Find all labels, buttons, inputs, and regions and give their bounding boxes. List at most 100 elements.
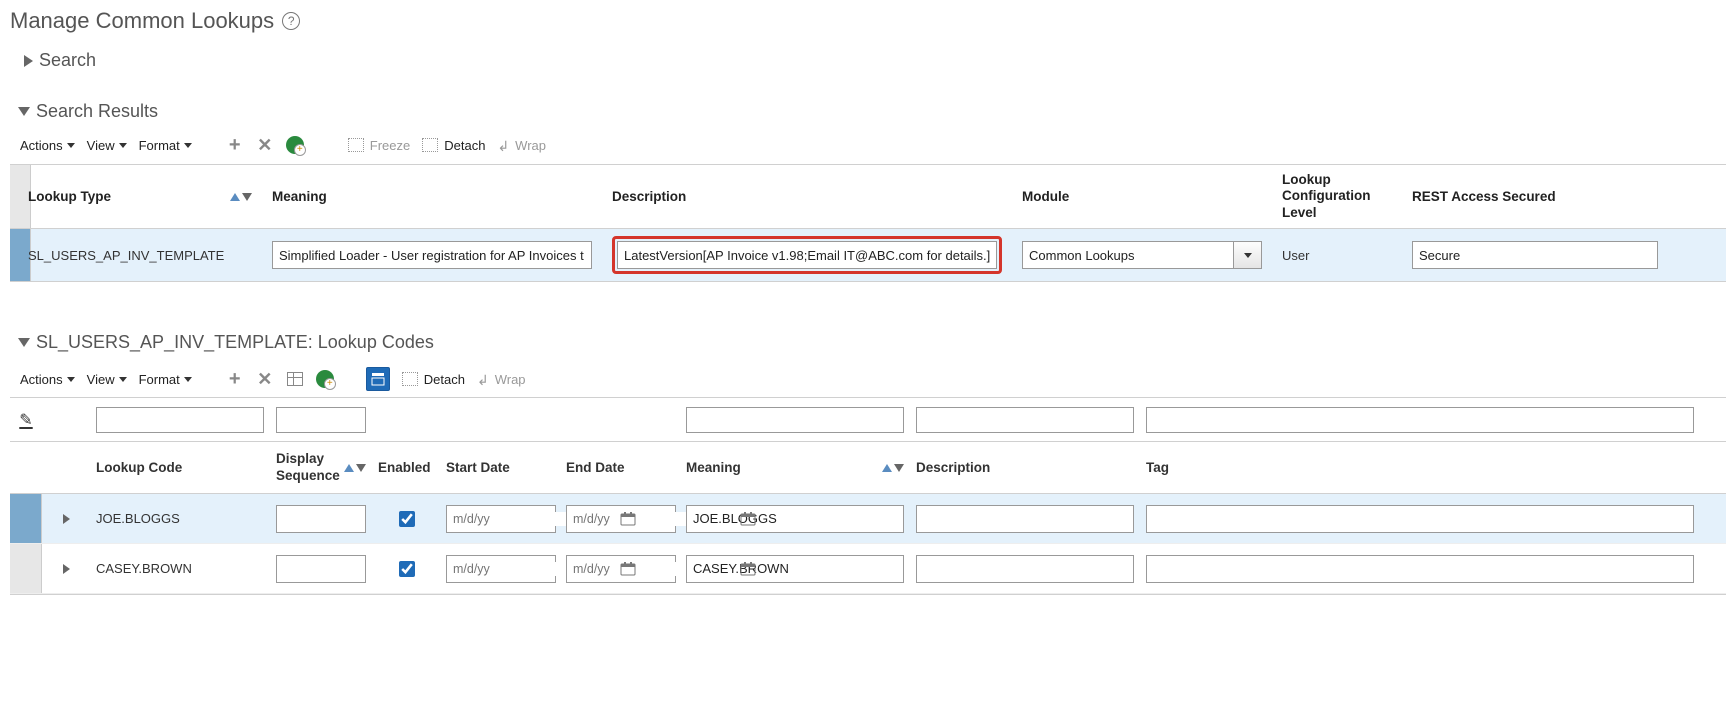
caret-down-icon xyxy=(119,377,127,382)
view-menu[interactable]: View xyxy=(87,138,127,153)
caret-down-icon xyxy=(184,143,192,148)
col-code-description[interactable]: Description xyxy=(916,460,990,475)
filter-lookup-code[interactable] xyxy=(96,407,264,433)
col-meaning[interactable]: Meaning xyxy=(272,189,327,204)
expand-row-icon[interactable] xyxy=(63,564,70,574)
create-lookup-icon[interactable] xyxy=(286,136,304,154)
dropdown-icon[interactable] xyxy=(1234,241,1262,269)
col-config-level[interactable]: Lookup Configuration Level xyxy=(1282,172,1392,221)
section-lookup-codes[interactable]: SL_USERS_AP_INV_TEMPLATE: Lookup Codes xyxy=(18,332,1726,353)
help-icon[interactable]: ? xyxy=(282,12,300,30)
actions-label: Actions xyxy=(20,372,63,387)
col-tag[interactable]: Tag xyxy=(1146,460,1169,475)
x-icon: ✕ xyxy=(257,135,272,156)
cell-code-meaning-input[interactable] xyxy=(686,505,904,533)
detach-button[interactable]: Detach xyxy=(422,138,485,153)
cell-lookup-code: CASEY.BROWN xyxy=(96,561,192,576)
col-lookup-code[interactable]: Lookup Code xyxy=(96,460,182,475)
row-selector[interactable] xyxy=(10,544,42,593)
cell-start-date[interactable] xyxy=(446,505,556,533)
cell-display-seq-input[interactable] xyxy=(276,555,366,583)
calendar-icon[interactable] xyxy=(620,511,636,527)
codes-delete-button[interactable]: ✕ xyxy=(256,370,274,388)
expand-row-icon[interactable] xyxy=(63,514,70,524)
expand-icon xyxy=(24,55,33,67)
col-lookup-type[interactable]: Lookup Type xyxy=(28,189,111,204)
col-display-seq[interactable]: Display Sequence xyxy=(276,451,344,483)
codes-row[interactable]: CASEY.BROWN xyxy=(10,544,1726,594)
codes-header-row: Lookup Code Display Sequence Enabled Sta… xyxy=(10,442,1726,494)
codes-create-icon[interactable] xyxy=(316,370,334,388)
cell-module-input[interactable] xyxy=(1022,241,1234,269)
sort-meaning[interactable] xyxy=(882,464,904,472)
section-codes-label: SL_USERS_AP_INV_TEMPLATE: Lookup Codes xyxy=(36,332,434,353)
collapse-icon xyxy=(18,107,30,116)
col-code-meaning[interactable]: Meaning xyxy=(686,460,741,475)
col-rest-access[interactable]: REST Access Secured xyxy=(1412,189,1556,204)
sort-desc-icon xyxy=(356,464,366,472)
pencil-icon[interactable]: ✎ xyxy=(19,410,32,430)
section-search[interactable]: Search xyxy=(24,50,1726,71)
sort-display-seq[interactable] xyxy=(344,464,366,472)
codes-wrap-button[interactable]: ↲ Wrap xyxy=(477,371,526,388)
col-enabled[interactable]: Enabled xyxy=(378,460,431,475)
actions-menu[interactable]: Actions xyxy=(20,138,75,153)
results-header-row: Lookup Type Meaning Description Module L… xyxy=(10,165,1726,229)
col-end-date[interactable]: End Date xyxy=(566,460,625,475)
cell-enabled-checkbox[interactable] xyxy=(399,511,415,527)
wrap-label: Wrap xyxy=(495,372,526,387)
filter-meaning[interactable] xyxy=(686,407,904,433)
section-search-label: Search xyxy=(39,50,96,71)
codes-grid: ✎ Lookup Code Display Sequence Enabled S… xyxy=(10,397,1726,595)
freeze-icon xyxy=(348,138,364,152)
section-search-results[interactable]: Search Results xyxy=(18,101,1726,122)
cell-code-meaning-input[interactable] xyxy=(686,555,904,583)
col-module[interactable]: Module xyxy=(1022,189,1069,204)
cell-description-input[interactable] xyxy=(617,241,997,269)
results-row[interactable]: SL_USERS_AP_INV_TEMPLATE User xyxy=(10,229,1726,281)
format-menu[interactable]: Format xyxy=(139,138,192,153)
sort-desc-icon xyxy=(242,193,252,201)
cell-meaning-input[interactable] xyxy=(272,241,592,269)
codes-add-button[interactable]: + xyxy=(226,370,244,388)
collapse-icon xyxy=(18,338,30,347)
freeze-button[interactable]: Freeze xyxy=(348,138,410,153)
wrap-button[interactable]: ↲ Wrap xyxy=(497,137,546,154)
filter-description[interactable] xyxy=(916,407,1134,433)
col-description[interactable]: Description xyxy=(612,189,686,204)
cell-tag-input[interactable] xyxy=(1146,555,1694,583)
cell-rest-access-input[interactable] xyxy=(1412,241,1658,269)
row-selector[interactable] xyxy=(10,494,42,543)
add-button[interactable]: + xyxy=(226,136,244,154)
codes-columns-button[interactable] xyxy=(286,370,304,388)
filter-display-seq[interactable] xyxy=(276,407,366,433)
cell-start-date[interactable] xyxy=(446,555,556,583)
codes-detach-button[interactable]: Detach xyxy=(402,372,465,387)
cell-tag-input[interactable] xyxy=(1146,505,1694,533)
cell-config-level: User xyxy=(1282,248,1309,263)
cell-enabled-checkbox[interactable] xyxy=(399,561,415,577)
codes-view-menu[interactable]: View xyxy=(87,372,127,387)
detach-icon xyxy=(402,372,418,386)
codes-row[interactable]: JOE.BLOGGS xyxy=(10,494,1726,544)
calendar-icon[interactable] xyxy=(620,561,636,577)
calendar-icon[interactable] xyxy=(740,511,756,527)
calendar-icon[interactable] xyxy=(740,561,756,577)
sort-lookup-type[interactable] xyxy=(230,193,252,201)
col-start-date[interactable]: Start Date xyxy=(446,460,510,475)
qbe-toggle-button[interactable] xyxy=(366,367,390,391)
cell-module-combo[interactable] xyxy=(1022,241,1262,269)
caret-down-icon xyxy=(119,143,127,148)
cell-code-description-input[interactable] xyxy=(916,505,1134,533)
filter-tag[interactable] xyxy=(1146,407,1694,433)
codes-actions-menu[interactable]: Actions xyxy=(20,372,75,387)
plus-icon: + xyxy=(229,368,241,391)
cell-code-description-input[interactable] xyxy=(916,555,1134,583)
results-grid: Lookup Type Meaning Description Module L… xyxy=(10,164,1726,282)
cell-display-seq-input[interactable] xyxy=(276,505,366,533)
format-label: Format xyxy=(139,372,180,387)
detach-label: Detach xyxy=(444,138,485,153)
delete-button[interactable]: ✕ xyxy=(256,136,274,154)
cell-lookup-code: JOE.BLOGGS xyxy=(96,511,180,526)
codes-format-menu[interactable]: Format xyxy=(139,372,192,387)
